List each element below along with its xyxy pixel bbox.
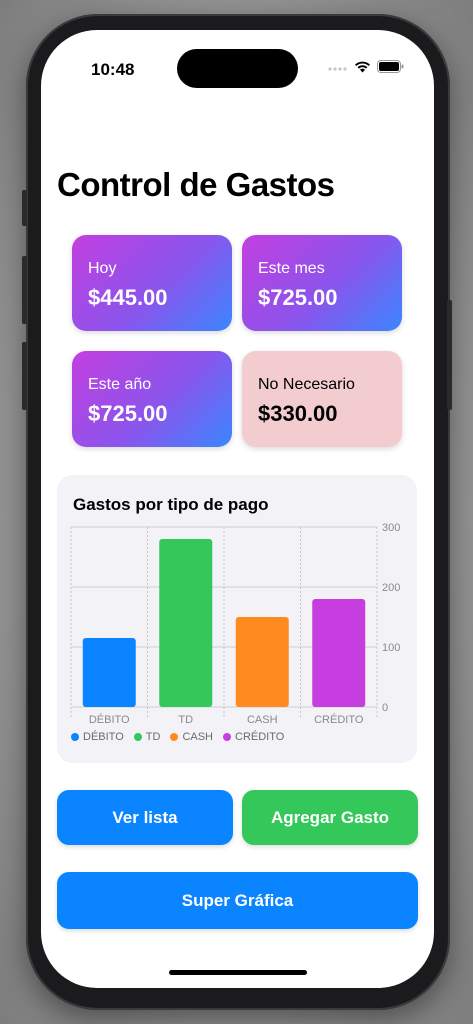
legend-dot: [71, 733, 79, 741]
legend-item: TD: [133, 731, 161, 743]
legend-label: CRÉDITO: [235, 731, 285, 743]
chart-legend: DÉBITO TD CASH CRÉDITO: [71, 731, 284, 743]
card-label: Este año: [88, 376, 152, 393]
x-tick-label: TD: [178, 714, 193, 726]
legend-label: TD: [145, 731, 161, 743]
legend-item: DÉBITO: [71, 731, 124, 743]
y-tick-label: 200: [382, 582, 400, 594]
volume-up-button: [22, 256, 27, 324]
y-tick-label: 300: [382, 522, 400, 534]
bar-débito: [82, 638, 136, 707]
summary-card-year: Este año $725.00: [72, 351, 232, 447]
home-indicator: [169, 970, 307, 975]
screen: 10:48 Control de Gastos Hoy $445.00 Este…: [41, 30, 434, 988]
super-chart-button[interactable]: Super Gráfica: [57, 872, 418, 929]
x-tick-label: CRÉDITO: [314, 713, 364, 726]
y-tick-label: 0: [382, 702, 388, 714]
x-tick-label: CASH: [247, 714, 278, 726]
action-button: [22, 190, 27, 226]
x-tick-label: DÉBITO: [89, 713, 130, 726]
legend-dot: [170, 733, 179, 741]
bar-td: [159, 539, 213, 707]
card-label: No Necesario: [258, 376, 355, 393]
card-value: $725.00: [258, 285, 338, 310]
summary-card-month: Este mes $725.00: [242, 235, 402, 331]
y-tick-label: 100: [382, 642, 400, 654]
dynamic-island: [177, 49, 298, 88]
card-value: $445.00: [88, 285, 168, 310]
card-value: $330.00: [258, 401, 338, 426]
payment-type-chart-card: Gastos por tipo de pago 0 100 200 300 DÉBITO…: [57, 475, 417, 763]
battery-icon: [377, 60, 404, 73]
volume-down-button: [22, 342, 27, 410]
power-button: [447, 300, 452, 410]
add-expense-button[interactable]: Agregar Gasto: [242, 790, 418, 845]
cellular-signal-icon: [328, 66, 347, 71]
bar-cash: [235, 617, 289, 707]
card-label: Hoy: [88, 260, 117, 277]
summary-card-today: Hoy $445.00: [72, 235, 232, 331]
summary-card-not-necessary: No Necesario $330.00: [242, 351, 402, 447]
status-time: 10:48: [91, 60, 135, 79]
legend-dot: [223, 733, 231, 741]
legend-dot: [133, 733, 142, 741]
legend-item: CRÉDITO: [223, 731, 284, 743]
card-value: $725.00: [88, 401, 168, 426]
status-icons: [328, 60, 404, 73]
bar-crédito: [312, 599, 366, 707]
legend-item: CASH: [170, 731, 213, 743]
legend-label: CASH: [182, 731, 213, 743]
wifi-icon: [355, 61, 370, 73]
card-label: Este mes: [258, 260, 325, 277]
view-list-button[interactable]: Ver lista: [57, 790, 233, 845]
chart-title: Gastos por tipo de pago: [73, 495, 269, 514]
legend-label: DÉBITO: [83, 731, 124, 743]
page-title: Control de Gastos: [57, 166, 335, 203]
bar-chart: 0 100 200 300 DÉBITO TD CASH CRÉDITO: [70, 522, 400, 726]
